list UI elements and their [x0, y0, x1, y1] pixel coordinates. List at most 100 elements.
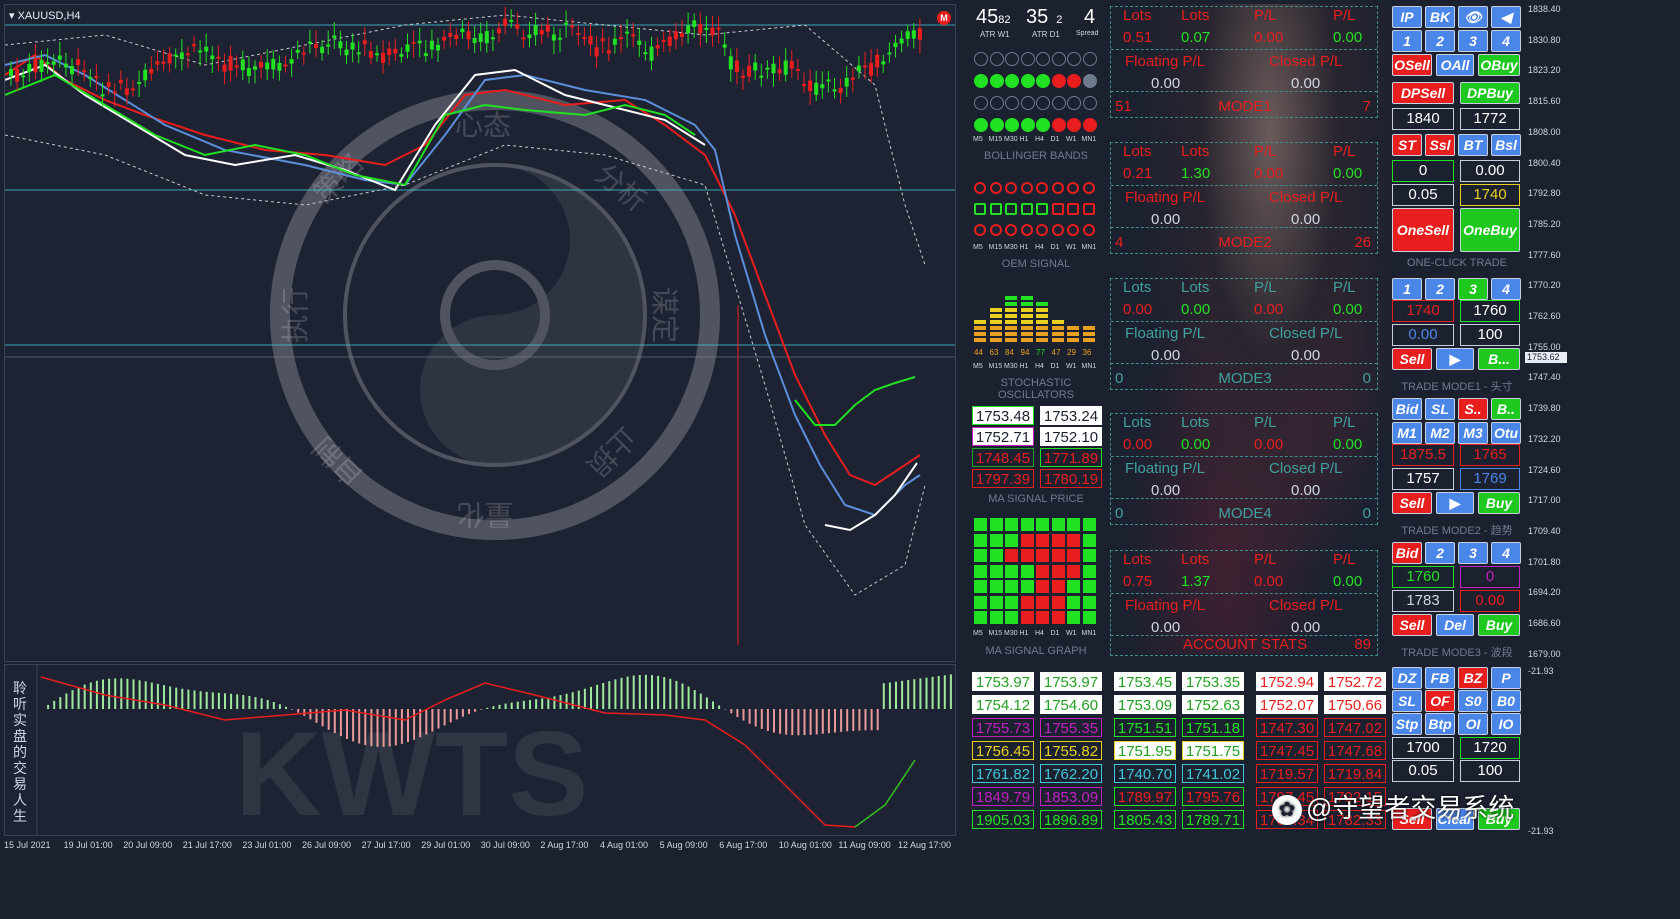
dz-button[interactable]: DZ: [1392, 667, 1422, 689]
mode1-sell-price[interactable]: 1740: [1392, 300, 1454, 322]
m3-button[interactable]: M3: [1458, 422, 1488, 444]
ma-graph-cell: [1020, 518, 1034, 531]
m1-button[interactable]: M1: [1392, 422, 1422, 444]
bsl-button[interactable]: Bsl: [1491, 134, 1521, 156]
watermark-logo: KWTS: [235, 707, 588, 835]
tf-label: W1: [1066, 630, 1077, 637]
stoch-value: 77: [1036, 348, 1045, 357]
btp-button[interactable]: Btp: [1425, 713, 1455, 735]
time-tick: 5 Aug 09:00: [659, 840, 708, 850]
oall-button[interactable]: OAll: [1436, 54, 1474, 76]
of-button[interactable]: OF: [1425, 690, 1455, 712]
pl-header: P/L: [1254, 279, 1277, 296]
mode3-preset-3[interactable]: 4: [1491, 542, 1521, 564]
mode2-sell-price[interactable]: 1875.5: [1392, 444, 1454, 466]
bottom-buy-level[interactable]: 1720: [1460, 737, 1520, 759]
ip-button[interactable]: IP: [1392, 6, 1422, 28]
otu-button[interactable]: Otu: [1491, 422, 1521, 444]
obuy-button[interactable]: OBuy: [1478, 54, 1520, 76]
target-field[interactable]: 1740: [1460, 184, 1520, 206]
ssl-button[interactable]: Ssl: [1425, 134, 1455, 156]
sell-price-field[interactable]: 1840: [1392, 108, 1454, 130]
mode2-volume[interactable]: 1769: [1460, 468, 1520, 490]
mode3-preset-2[interactable]: 3: [1458, 542, 1488, 564]
mode3-value[interactable]: 0: [1460, 566, 1520, 588]
bottom-lots[interactable]: 0.05: [1392, 760, 1454, 782]
side-calligraphy: 聆听实盘的交易人生: [13, 681, 29, 825]
mode1-preset-1[interactable]: 1: [1392, 278, 1422, 300]
sl-button[interactable]: SL: [1425, 398, 1455, 420]
stp-button[interactable]: Stp: [1392, 713, 1422, 735]
bottom-volume[interactable]: 100: [1460, 760, 1520, 782]
mode3-del-button[interactable]: Del: [1436, 614, 1474, 636]
dpsell-button[interactable]: DPSell: [1392, 82, 1454, 104]
bz-button[interactable]: BZ: [1458, 667, 1488, 689]
bt-button[interactable]: BT: [1458, 134, 1488, 156]
bottom-sell-level[interactable]: 1700: [1392, 737, 1454, 759]
mode3-preset-1[interactable]: 2: [1425, 542, 1455, 564]
mode3-lots[interactable]: 1783: [1392, 590, 1454, 612]
value-field[interactable]: 0.00: [1460, 160, 1520, 182]
bid-button[interactable]: Bid: [1392, 398, 1422, 420]
lots-field[interactable]: 0: [1392, 160, 1454, 182]
oi-button[interactable]: OI: [1458, 713, 1488, 735]
up-arrow-icon: [1082, 52, 1097, 66]
level-price-cell: 1805.43: [1114, 810, 1176, 829]
preset-button-2[interactable]: 2: [1425, 30, 1455, 52]
s-short-button[interactable]: S..: [1458, 398, 1488, 420]
mode1-preset-4[interactable]: 4: [1491, 278, 1521, 300]
mode3-sell-button[interactable]: Sell: [1392, 614, 1432, 636]
one-buy-button[interactable]: OneBuy: [1460, 208, 1520, 252]
io-button[interactable]: IO: [1491, 713, 1521, 735]
mode2-lots[interactable]: 1757: [1392, 468, 1454, 490]
mode2-play-button[interactable]: ▶: [1436, 492, 1474, 514]
preset-button-3[interactable]: 3: [1458, 30, 1488, 52]
circle-signal-icon: [974, 224, 986, 236]
s0-button[interactable]: S0: [1458, 690, 1488, 712]
one-sell-button[interactable]: OneSell: [1392, 208, 1454, 252]
circle-signal-icon: [1005, 182, 1017, 194]
tf-label: M5: [973, 630, 983, 637]
bk-button[interactable]: BK: [1425, 6, 1455, 28]
eye-icon-button[interactable]: 👁: [1458, 6, 1488, 28]
sound-icon-button[interactable]: ◀: [1491, 6, 1521, 28]
sl-button[interactable]: SL: [1392, 690, 1422, 712]
mode-name: ACCOUNT STATS: [1182, 636, 1308, 653]
osell-button[interactable]: OSell: [1392, 54, 1432, 76]
mode2-buy-price[interactable]: 1765: [1460, 444, 1520, 466]
mode1-play-button[interactable]: ▶: [1436, 348, 1474, 370]
mode3-preset-0[interactable]: Bid: [1392, 542, 1422, 564]
mode1-lots[interactable]: 0.00: [1392, 324, 1454, 346]
mode1-buy-button[interactable]: B...: [1478, 348, 1520, 370]
main-chart[interactable]: 心态 分析 谋定 止损 量化 自制 执行 策略 ▾ XAUUSD,H4 M: [4, 4, 956, 662]
preset-button-4[interactable]: 4: [1491, 30, 1521, 52]
b0-button[interactable]: B0: [1491, 690, 1521, 712]
dpbuy-button[interactable]: DPBuy: [1460, 82, 1520, 104]
p-button[interactable]: P: [1491, 667, 1521, 689]
mode1-volume[interactable]: 100: [1460, 324, 1520, 346]
ma-graph-label: MA SIGNAL GRAPH: [985, 645, 1087, 657]
yinyang-icon: [1067, 118, 1081, 132]
mode-right-count: 0: [1362, 370, 1371, 387]
ma-price-cell: 1780.19: [1040, 469, 1102, 488]
volume-field[interactable]: 0.05: [1392, 184, 1454, 206]
mode2-buy-button[interactable]: Buy: [1478, 492, 1520, 514]
mode3-buy-button[interactable]: Buy: [1478, 614, 1520, 636]
mode1-buy-price[interactable]: 1760: [1460, 300, 1520, 322]
mode1-preset-3[interactable]: 3: [1458, 278, 1488, 300]
ma-price-cell: 1748.45: [972, 448, 1034, 467]
b-short-button[interactable]: B..: [1491, 398, 1521, 420]
mode1-preset-2[interactable]: 2: [1425, 278, 1455, 300]
buy-price-field[interactable]: 1772: [1460, 108, 1520, 130]
preset-button-1[interactable]: 1: [1392, 30, 1422, 52]
mode3-volume[interactable]: 0.00: [1460, 590, 1520, 612]
mode3-price[interactable]: 1760: [1392, 566, 1454, 588]
oscillator-chart[interactable]: KWTS 聆听实盘的交易人生: [4, 664, 956, 836]
price-tick: 1686.60: [1528, 618, 1561, 628]
fb-button[interactable]: FB: [1425, 667, 1455, 689]
mode2-sell-button[interactable]: Sell: [1392, 492, 1432, 514]
st-button[interactable]: ST: [1392, 134, 1422, 156]
price-tick: 1830.80: [1528, 34, 1561, 45]
m2-button[interactable]: M2: [1425, 422, 1455, 444]
mode1-sell-button[interactable]: Sell: [1392, 348, 1432, 370]
